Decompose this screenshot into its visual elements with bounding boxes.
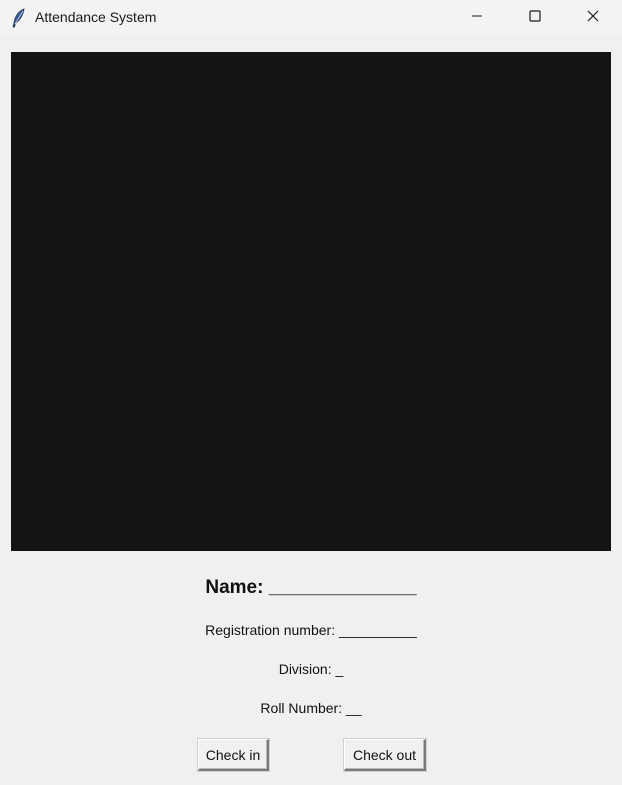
check-in-button[interactable]: Check in: [198, 739, 269, 771]
camera-feed: [11, 52, 611, 551]
close-button[interactable]: [564, 0, 622, 36]
title-bar[interactable]: Attendance System: [0, 0, 622, 36]
maximize-icon: [529, 9, 541, 27]
close-icon: [587, 9, 599, 27]
roll-number-label: Roll Number: __: [260, 700, 362, 716]
student-name-label: Name: ______________: [205, 577, 417, 598]
registration-number-label: Registration number: __________: [205, 622, 417, 638]
maximize-button[interactable]: [506, 0, 564, 36]
check-out-button[interactable]: Check out: [344, 739, 426, 771]
minimize-icon: [471, 9, 483, 27]
window-title: Attendance System: [35, 9, 157, 25]
feather-icon: [11, 8, 27, 28]
division-label: Division: _: [278, 661, 344, 677]
app-window: Attendance System Name: ______________ R…: [0, 0, 622, 785]
minimize-button[interactable]: [448, 0, 506, 36]
